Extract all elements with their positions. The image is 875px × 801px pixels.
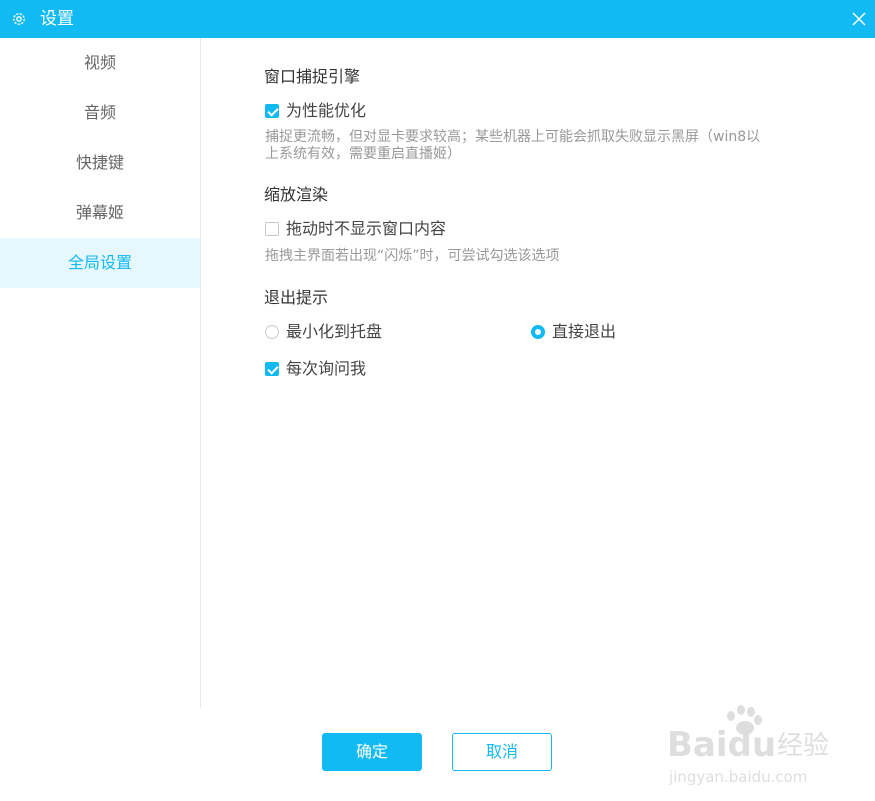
exit-directly-option[interactable]: 直接退出 (531, 322, 616, 342)
capture-description-line1: 捕捉更流畅，但对显卡要求较高；某些机器上可能会抓取失败显示黑屏（win8以 (265, 129, 761, 145)
watermark-brand-cn: 经验 (777, 731, 829, 761)
ok-button[interactable]: 确定 (322, 733, 422, 771)
ask-every-time-option[interactable]: 每次询问我 (265, 359, 366, 379)
hide-content-option-label: 拖动时不显示窗口内容 (286, 219, 447, 238)
settings-panel: 窗口捕捉引擎 为性能优化 捕捉更流畅，但对显卡要求较高；某些机器上可能会抓取失败… (201, 38, 875, 708)
title-bar: 设置 (0, 0, 875, 38)
ask-every-time-label: 每次询问我 (286, 359, 367, 378)
gear-icon (13, 13, 25, 25)
capture-description-line2: 上系统有效，需要重启直播姬） (265, 146, 461, 162)
sidebar-item-global-settings[interactable]: 全局设置 (0, 238, 200, 288)
cancel-button[interactable]: 取消 (452, 733, 552, 771)
sidebar-item-video[interactable]: 视频 (0, 38, 200, 88)
watermark-url: jingyan.baidu.com (668, 768, 807, 786)
scaling-description: 拖拽主界面若出现“闪烁”时，可尝试勾选该选项 (265, 248, 560, 264)
exit-directly-label: 直接退出 (552, 322, 617, 341)
exit-prompt-title: 退出提示 (264, 288, 329, 307)
settings-sidebar: 视频 音频 快捷键 弹幕姬 全局设置 (0, 38, 201, 708)
performance-option-label: 为性能优化 (286, 101, 367, 120)
hide-content-option[interactable]: 拖动时不显示窗口内容 (265, 219, 446, 239)
hide-content-checkbox[interactable] (265, 222, 279, 236)
minimize-to-tray-radio[interactable] (265, 325, 279, 339)
window-title: 设置 (40, 9, 74, 29)
sidebar-item-audio[interactable]: 音频 (0, 88, 200, 138)
performance-checkbox[interactable] (265, 104, 279, 118)
performance-option[interactable]: 为性能优化 (265, 101, 366, 121)
sidebar-item-danmaku[interactable]: 弹幕姬 (0, 188, 200, 238)
close-icon[interactable] (851, 11, 867, 27)
capture-engine-title: 窗口捕捉引擎 (264, 67, 361, 86)
scaling-render-title: 缩放渲染 (264, 185, 329, 204)
sidebar-item-shortcuts[interactable]: 快捷键 (0, 138, 200, 188)
baidu-jingyan-watermark: Baidu 经验 jingyan.baidu.com (665, 700, 835, 790)
minimize-to-tray-label: 最小化到托盘 (286, 322, 383, 341)
exit-directly-radio[interactable] (531, 325, 545, 339)
ask-every-time-checkbox[interactable] (265, 362, 279, 376)
minimize-to-tray-option[interactable]: 最小化到托盘 (265, 322, 382, 342)
watermark-brand: Baidu (667, 725, 776, 765)
